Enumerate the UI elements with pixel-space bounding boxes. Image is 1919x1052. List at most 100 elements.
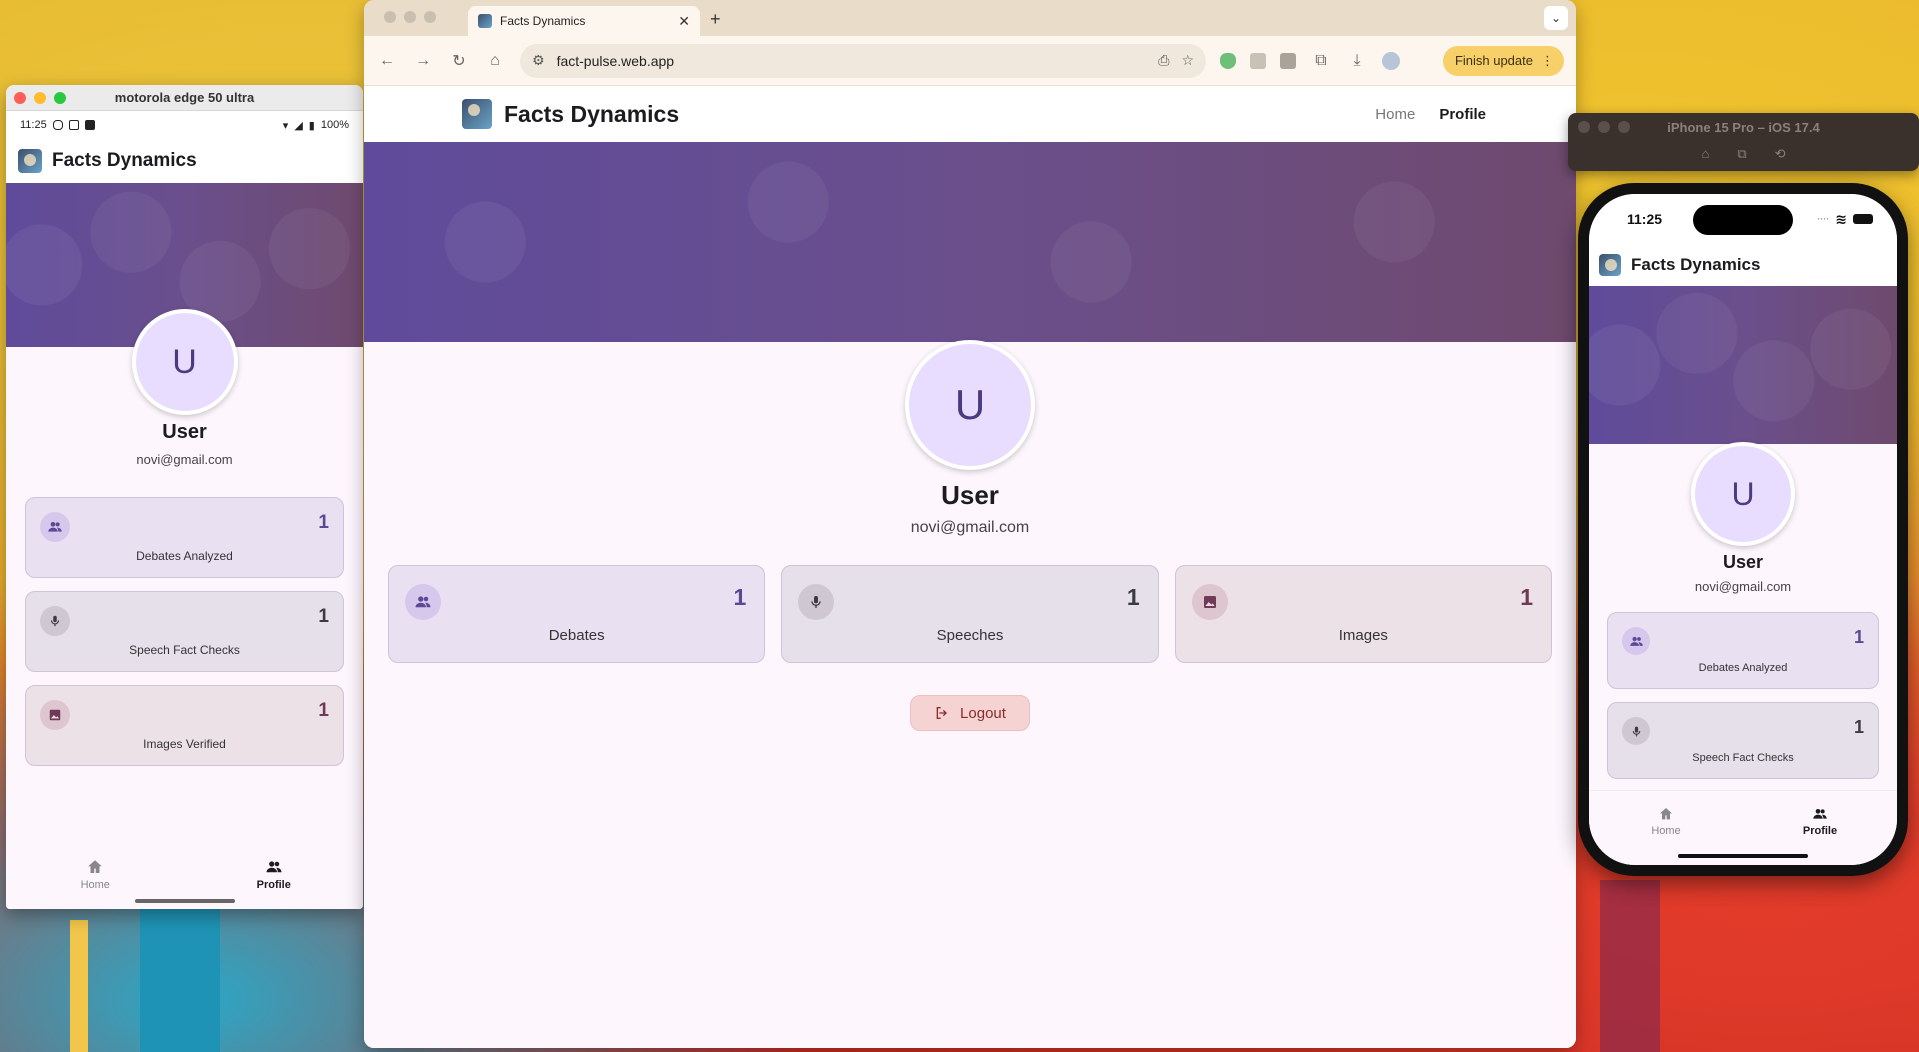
extension-shield-icon[interactable] [1220, 52, 1236, 69]
reload-button[interactable]: ↻ [448, 51, 470, 71]
stat-card-images[interactable]: 1 Images [1174, 565, 1552, 663]
minimize-window-button[interactable] [404, 11, 416, 23]
stat-card-speeches[interactable]: 1 Speech Fact Checks [1607, 702, 1879, 779]
app-bar: Facts Dynamics [1589, 244, 1897, 286]
ios-simulator-titlebar[interactable]: iPhone 15 Pro – iOS 17.4 ⌂ ⧉ ⟲ [1568, 113, 1919, 171]
android-window-titlebar[interactable]: motorola edge 50 ultra [6, 85, 363, 111]
browser-tab-strip: Facts Dynamics ✕ + ⌄ [364, 0, 1576, 36]
nav-link-profile[interactable]: Profile [1439, 106, 1486, 123]
browser-window: Facts Dynamics ✕ + ⌄ ← → ↻ ⌂ ⚙ fact-puls… [364, 0, 1576, 1048]
stat-value: 1 [318, 606, 329, 627]
finish-update-button[interactable]: Finish update ⋮ [1442, 45, 1564, 76]
home-icon [88, 859, 102, 873]
status-time: 11:25 [20, 119, 47, 131]
dynamic-island [1693, 205, 1793, 235]
stat-value: 1 [1853, 627, 1864, 647]
stat-card-debates[interactable]: 1 Debates Analyzed [1607, 612, 1879, 689]
forward-button[interactable]: → [412, 52, 434, 70]
image-icon [1191, 584, 1228, 620]
stats-list: 1 Debates Analyzed 1 Speech Fact Checks [1589, 612, 1897, 779]
browser-tab[interactable]: Facts Dynamics ✕ [468, 6, 700, 36]
stat-card-debates[interactable]: 1 Debates Analyzed [25, 497, 344, 578]
download-icon[interactable]: ⤓ [1346, 52, 1368, 70]
stat-card-speeches[interactable]: 1 Speeches [781, 565, 1159, 663]
app-title: Facts Dynamics [52, 150, 197, 171]
profile-header: U User novi@gmail.com [364, 340, 1576, 537]
browser-toolbar: ← → ↻ ⌂ ⚙ fact-pulse.web.app ⎙ ☆ ⧉ ⤓ Fin… [364, 36, 1576, 86]
zoom-window-button[interactable] [424, 11, 436, 23]
url-text[interactable]: fact-pulse.web.app [557, 53, 1147, 69]
install-app-icon[interactable]: ⎙ [1158, 52, 1169, 69]
stat-card-images[interactable]: 1 Images Verified [25, 685, 344, 766]
back-button[interactable]: ← [376, 52, 398, 70]
profile-banner [364, 142, 1576, 342]
app-logo-icon [1599, 254, 1621, 276]
home-icon[interactable]: ⌂ [1701, 146, 1709, 162]
stat-value: 1 [1126, 584, 1140, 610]
close-window-button[interactable] [14, 91, 26, 104]
home-indicator[interactable] [1678, 854, 1808, 858]
stat-value: 1 [318, 700, 329, 721]
user-name: User [162, 421, 207, 443]
stat-card-debates[interactable]: 1 Debates [388, 565, 766, 663]
nav-label: Profile [1802, 824, 1838, 837]
user-name: User [941, 480, 999, 510]
address-bar[interactable]: ⚙ fact-pulse.web.app ⎙ ☆ [520, 43, 1206, 78]
battery-level: 100% [320, 119, 349, 131]
close-tab-icon[interactable]: ✕ [678, 13, 690, 30]
signal-icon: ◢ [294, 119, 303, 132]
update-label: Finish update [1454, 53, 1533, 68]
stat-label: Debates Analyzed [1698, 662, 1788, 674]
zoom-window-button[interactable] [54, 91, 66, 104]
linkedin-notification-icon [84, 120, 95, 130]
favicon-icon [478, 14, 492, 28]
stat-label: Speeches [936, 627, 1004, 644]
wallpaper-stripe [1600, 880, 1660, 1052]
stat-card-speeches[interactable]: 1 Speech Fact Checks [25, 591, 344, 672]
nav-item-profile[interactable]: Profile [1743, 791, 1897, 851]
app-bar: Facts Dynamics [6, 139, 363, 183]
bookmark-star-icon[interactable]: ☆ [1181, 52, 1194, 69]
stat-label: Debates Analyzed [136, 549, 233, 563]
battery-icon: ▮ [308, 119, 315, 132]
user-email: novi@gmail.com [910, 519, 1030, 536]
wifi-icon: ▾ [282, 119, 289, 132]
rotate-icon[interactable]: ⟲ [1775, 146, 1786, 162]
minimize-window-button[interactable] [34, 91, 46, 104]
extension-icon[interactable] [1280, 52, 1296, 69]
site-info-icon[interactable]: ⚙ [532, 52, 545, 69]
stats-list: 1 Debates Analyzed 1 Speech Fact Checks … [6, 497, 363, 766]
gesture-handle[interactable] [134, 899, 235, 903]
mic-icon [798, 584, 835, 620]
more-menu-icon[interactable]: ⋮ [1541, 53, 1554, 69]
logout-button[interactable]: Logout [910, 695, 1030, 731]
new-tab-button[interactable]: + [710, 9, 721, 30]
user-email: novi@gmail.com [136, 452, 233, 467]
nav-item-home[interactable]: Home [1589, 791, 1743, 851]
screenshot-icon[interactable]: ⧉ [1737, 146, 1746, 162]
close-window-button[interactable] [384, 11, 396, 23]
stat-value: 1 [1520, 584, 1533, 610]
ios-screen: 11:25 ···· ≋ Facts Dynamics U User novi@… [1589, 194, 1897, 865]
profile-header: U User novi@gmail.com [1589, 442, 1897, 594]
tab-search-button[interactable]: ⌄ [1544, 6, 1568, 30]
app-bar: Facts Dynamics Home Profile [364, 86, 1576, 142]
iphone-frame: 11:25 ···· ≋ Facts Dynamics U User novi@… [1578, 183, 1908, 876]
tab-title: Facts Dynamics [500, 14, 586, 28]
app-title: Facts Dynamics [1631, 255, 1761, 274]
stat-label: Images [1338, 627, 1388, 644]
profile-avatar-icon[interactable] [1382, 51, 1400, 70]
stat-value: 1 [1853, 717, 1864, 737]
nav-label: Profile [256, 878, 291, 891]
home-button[interactable]: ⌂ [484, 52, 506, 70]
bottom-navigation: Home Profile [6, 839, 363, 909]
nav-link-home[interactable]: Home [1375, 106, 1415, 123]
wifi-icon: ≋ [1835, 210, 1847, 227]
extensions-puzzle-icon[interactable]: ⧉ [1310, 52, 1332, 70]
mic-icon [1622, 717, 1650, 745]
extension-icon[interactable] [1250, 52, 1266, 69]
android-emulator-window: motorola edge 50 ultra 11:25 ▾ ◢ ▮ 100% … [6, 85, 363, 909]
status-icons: ···· ≋ [1817, 211, 1873, 228]
profile-header: U User novi@gmail.com [6, 309, 363, 467]
status-time: 11:25 [1627, 211, 1663, 227]
